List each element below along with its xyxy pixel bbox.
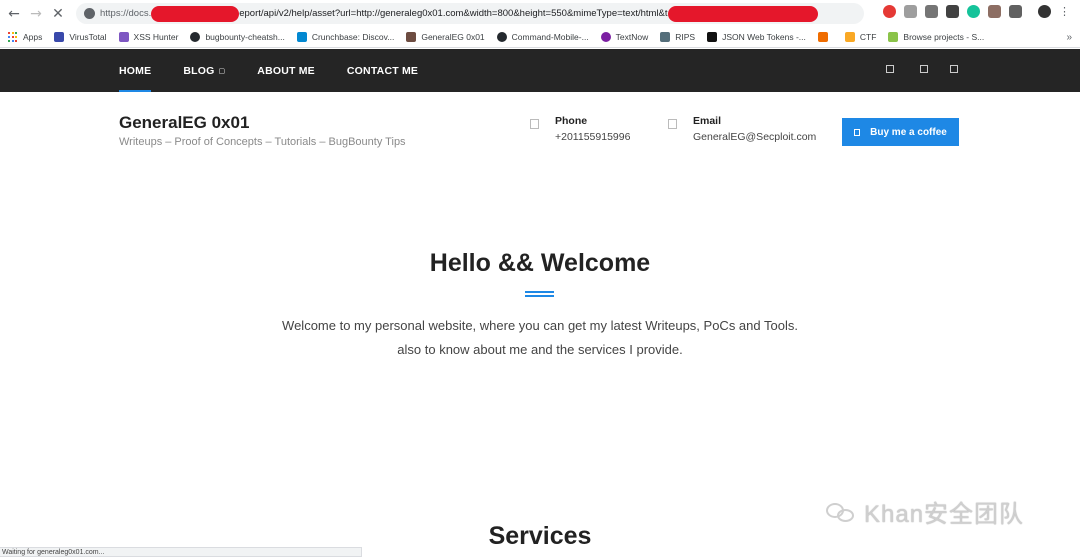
forward-arrow-icon[interactable]: →	[25, 3, 47, 25]
url-scheme: https://docs.	[100, 8, 152, 19]
title-divider	[525, 291, 554, 297]
grammarly-icon[interactable]	[967, 5, 980, 18]
xss-hunter-icon	[118, 32, 129, 42]
redaction-mark	[667, 5, 818, 22]
bookmark-label: RIPS	[675, 32, 696, 42]
url-path: eport/api/v2/help/asset?url=http://gener…	[239, 8, 668, 19]
bookmark-label: XSS Hunter	[133, 32, 179, 42]
bookmark-bugbounty-cheatsheet[interactable]: bugbounty-cheatsh...	[190, 32, 285, 42]
phone-value: +201155915996	[555, 131, 631, 143]
browser-status-bar: Waiting for generaleg0x01.com...	[0, 547, 362, 557]
contact-email: Email GeneralEG@Secploit.com	[668, 115, 816, 143]
folder-icon	[844, 32, 855, 42]
nav-menu: HOME BLOG ▢ ABOUT ME CONTACT ME	[119, 49, 450, 92]
jwt-icon	[707, 32, 718, 42]
bookmark-command-mobile[interactable]: Command-Mobile-...	[496, 32, 589, 42]
bookmark-label: Browse projects - S...	[903, 32, 985, 42]
bookmark-rips[interactable]: RIPS	[660, 32, 695, 42]
bookmark-label: CTF	[859, 32, 877, 42]
bookmark-label: JSON Web Tokens -...	[722, 32, 806, 42]
rips-icon	[660, 32, 671, 42]
social-link-1-icon[interactable]	[886, 65, 894, 73]
extensions-bar: ⋮	[883, 5, 1070, 18]
back-arrow-icon[interactable]: ←	[3, 3, 25, 25]
nav-item-contact-me[interactable]: CONTACT ME	[347, 49, 418, 92]
site-info-icon[interactable]	[84, 8, 95, 19]
cp-icon	[817, 32, 828, 42]
profile-avatar-icon[interactable]	[1038, 5, 1051, 18]
github-icon	[190, 32, 201, 42]
buy-me-a-coffee-button[interactable]: Buy me a coffee	[842, 118, 959, 146]
dropdown-caret-icon: ▢	[218, 67, 226, 75]
redaction-mark	[151, 5, 240, 22]
camera-icon[interactable]	[904, 5, 917, 18]
phone-label: Phone	[555, 115, 588, 127]
projects-icon	[888, 32, 899, 42]
bookmark-label: Apps	[23, 32, 43, 42]
facebook-icon[interactable]	[925, 5, 938, 18]
bookmark-xss-hunter[interactable]: XSS Hunter	[118, 32, 179, 42]
nav-item-home[interactable]: HOME	[119, 49, 152, 92]
bookmark-label: Crunchbase: Discov...	[311, 32, 395, 42]
extension-red-icon[interactable]	[883, 5, 896, 18]
bookmark-label: bugbounty-cheatsh...	[205, 32, 285, 42]
bookmark-browse-projects[interactable]: Browse projects - S...	[888, 32, 984, 42]
site-navbar: HOME BLOG ▢ ABOUT ME CONTACT ME	[0, 49, 1080, 92]
virustotal-icon	[54, 32, 65, 42]
social-link-3-icon[interactable]	[950, 65, 958, 73]
bookmarks-bar: Apps VirusTotal XSS Hunter bugbounty-che…	[0, 27, 1080, 48]
browser-toolbar: ← → ✕ https://docs. eport/api/v2/help/as…	[0, 0, 1080, 27]
crunchbase-icon	[296, 32, 307, 42]
email-label: Email	[693, 115, 722, 127]
menu-kebab-icon[interactable]: ⋮	[1059, 5, 1070, 18]
bookmark-label: VirusTotal	[69, 32, 107, 42]
email-icon	[668, 119, 677, 129]
bookmark-generaleg[interactable]: GeneralEG 0x01	[406, 32, 485, 42]
github-icon	[496, 32, 507, 42]
textnow-icon	[600, 32, 611, 42]
bookmark-ctf[interactable]: CTF	[844, 32, 877, 42]
contact-phone: Phone +201155915996	[530, 115, 630, 143]
coffee-button-label: Buy me a coffee	[870, 126, 947, 138]
generaleg-icon	[406, 32, 417, 42]
extension-chart-icon[interactable]	[1009, 5, 1022, 18]
bookmark-label: GeneralEG 0x01	[421, 32, 485, 42]
bookmark-textnow[interactable]: TextNow	[600, 32, 649, 42]
address-bar[interactable]: https://docs. eport/api/v2/help/asset?ur…	[76, 3, 864, 24]
social-link-2-icon[interactable]	[920, 65, 928, 73]
stop-loading-icon[interactable]: ✕	[47, 3, 69, 25]
bookmark-cp[interactable]	[817, 32, 833, 42]
bookmark-label: TextNow	[615, 32, 649, 42]
bookmark-virustotal[interactable]: VirusTotal	[54, 32, 107, 42]
watermark-text: Khan安全团队	[864, 501, 1025, 528]
nav-item-about-me[interactable]: ABOUT ME	[257, 49, 315, 92]
wechat-logo-icon	[826, 501, 856, 523]
site-tagline: Writeups – Proof of Concepts – Tutorials…	[119, 136, 406, 148]
bookmark-apps[interactable]: Apps	[8, 32, 42, 42]
apps-grid-icon	[8, 32, 18, 42]
hero-intro-line-1: Welcome to my personal website, where yo…	[282, 318, 798, 333]
email-value: GeneralEG@Secploit.com	[693, 131, 817, 143]
nav-label: BLOG	[183, 64, 215, 77]
bookmarks-overflow-button[interactable]: »	[1066, 32, 1072, 43]
bookmark-label: Command-Mobile-...	[511, 32, 589, 42]
bookmark-crunchbase[interactable]: Crunchbase: Discov...	[296, 32, 395, 42]
bookmark-jwt[interactable]: JSON Web Tokens -...	[707, 32, 806, 42]
phone-icon	[530, 119, 539, 129]
nav-item-blog[interactable]: BLOG ▢	[183, 49, 225, 92]
hero-intro-line-2: also to know about me and the services I…	[397, 342, 683, 357]
coffee-icon	[854, 128, 861, 136]
hero-title: Hello && Welcome	[429, 249, 651, 277]
glasses-icon[interactable]	[946, 5, 959, 18]
extension-person-icon[interactable]	[988, 5, 1001, 18]
watermark: Khan安全团队	[826, 494, 1024, 529]
site-title[interactable]: GeneralEG 0x01	[119, 113, 249, 133]
